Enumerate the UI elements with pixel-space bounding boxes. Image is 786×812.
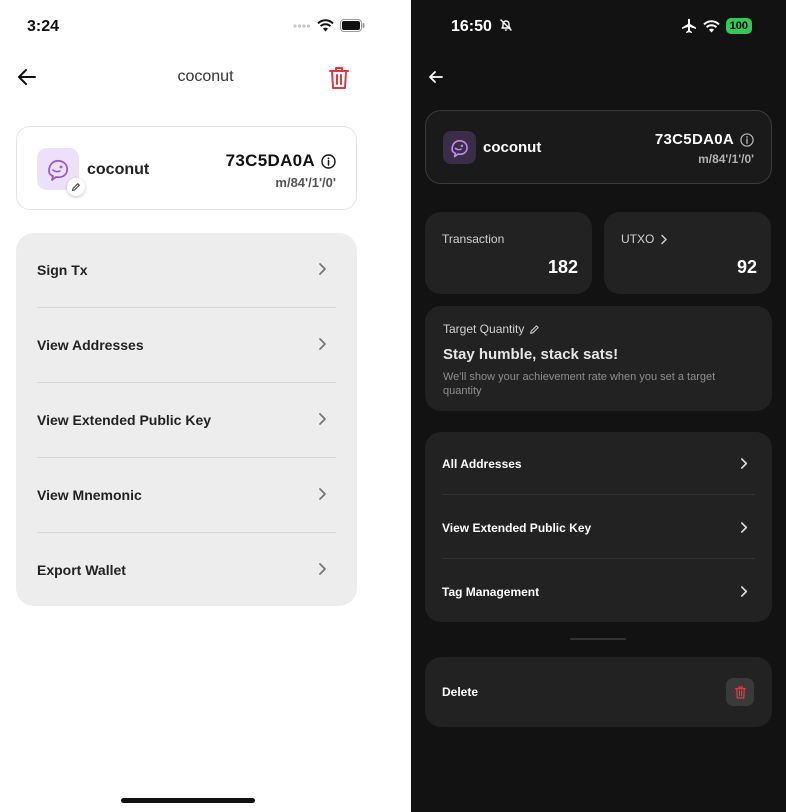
battery-icon	[340, 19, 365, 32]
wallet-name: coconut	[87, 161, 150, 178]
info-icon[interactable]	[740, 132, 754, 147]
chevron-right-icon	[319, 563, 326, 575]
chevron-right-icon	[740, 458, 748, 469]
menu-item-label: Export Wallet	[37, 562, 126, 578]
menu-item-label: View Mnemonic	[37, 487, 142, 503]
wifi-icon	[702, 19, 720, 32]
menu-item-tag-management[interactable]: Tag Management	[442, 560, 755, 623]
menu-item-label: Tag Management	[442, 585, 540, 599]
target-label-row: Target Quantity	[443, 322, 540, 336]
arrow-left-icon	[429, 71, 443, 83]
menu-item-view-addresses[interactable]: View Addresses	[37, 308, 336, 383]
delete-button[interactable]	[726, 678, 754, 706]
chevron-right-icon	[661, 234, 668, 244]
menu-item-label: All Addresses	[442, 457, 522, 471]
wallet-fingerprint: 73C5DA0A	[226, 151, 336, 171]
home-indicator[interactable]	[121, 798, 255, 803]
transaction-count: 182	[547, 257, 578, 277]
utxo-stat-card[interactable]: UTXO 92	[604, 212, 771, 294]
wallet-menu: All Addresses View Extended Public Key T…	[425, 432, 772, 622]
menu-item-label: View Extended Public Key	[442, 521, 592, 535]
trash-icon	[329, 67, 349, 89]
chevron-right-icon	[319, 263, 326, 275]
menu-item-sign-tx[interactable]: Sign Tx	[37, 233, 336, 308]
utxo-label-row: UTXO	[621, 232, 668, 246]
trash-icon	[734, 685, 746, 699]
menu-item-view-xpub[interactable]: View Extended Public Key	[37, 383, 336, 458]
delete-button[interactable]	[327, 65, 351, 96]
menu-item-all-addresses[interactable]: All Addresses	[442, 432, 755, 495]
menu-item-view-mnemonic[interactable]: View Mnemonic	[37, 458, 336, 533]
cellular-dots-icon	[293, 23, 311, 28]
menu-item-export-wallet[interactable]: Export Wallet	[37, 533, 336, 608]
target-slogan: Stay humble, stack sats!	[443, 346, 619, 363]
bird-icon	[451, 139, 468, 158]
status-time: 3:24	[27, 18, 60, 35]
wallet-fingerprint: 73C5DA0A	[655, 131, 754, 148]
status-time-text: 16:50	[451, 18, 492, 35]
wallet-avatar[interactable]	[37, 148, 85, 196]
divider	[442, 494, 755, 495]
status-icons	[293, 19, 365, 32]
section-divider	[570, 638, 626, 640]
back-button[interactable]	[427, 68, 445, 91]
transaction-label: Transaction	[442, 232, 505, 246]
menu-item-view-xpub[interactable]: View Extended Public Key	[442, 496, 755, 559]
chevron-right-icon	[740, 586, 748, 597]
wallet-avatar[interactable]	[443, 131, 476, 164]
status-bar: 16:50 100	[411, 0, 786, 54]
delete-wallet-row[interactable]: Delete	[425, 657, 772, 727]
chevron-right-icon	[319, 413, 326, 425]
pencil-icon[interactable]	[529, 324, 540, 335]
dark-screen: 16:50 100 coconut 73C5DA0A m/84'/1'/0' T…	[411, 0, 786, 812]
info-icon[interactable]	[321, 153, 336, 169]
pencil-icon	[71, 183, 80, 192]
wallet-card: coconut 73C5DA0A m/84'/1'/0'	[16, 126, 357, 210]
transaction-stat-card: Transaction 182	[425, 212, 592, 294]
fingerprint-text: 73C5DA0A	[654, 131, 734, 148]
divider	[442, 558, 755, 559]
delete-label: Delete	[442, 685, 479, 699]
wallet-card: coconut 73C5DA0A m/84'/1'/0'	[425, 110, 772, 184]
chevron-right-icon	[319, 338, 326, 350]
wallet-name: coconut	[483, 139, 542, 156]
wallet-menu: Sign Tx View Addresses View Extended Pub…	[16, 233, 357, 606]
bell-slash-icon	[500, 19, 513, 31]
menu-item-label: Sign Tx	[37, 262, 88, 278]
derivation-path: m/84'/1'/0'	[698, 152, 754, 166]
fingerprint-text: 73C5DA0A	[225, 151, 315, 170]
utxo-label: UTXO	[621, 232, 655, 246]
status-bar: 3:24	[0, 0, 411, 54]
edit-avatar-button[interactable]	[67, 178, 85, 196]
chevron-right-icon	[740, 522, 748, 533]
menu-item-label: View Addresses	[37, 337, 144, 353]
derivation-path: m/84'/1'/0'	[275, 175, 336, 190]
light-screen: 3:24 coconut coconut 73C5DA0A m/84'/1'/0…	[0, 0, 411, 812]
target-label: Target Quantity	[443, 322, 525, 336]
airplane-icon	[681, 18, 696, 33]
status-icons: 100	[681, 18, 752, 34]
chevron-right-icon	[319, 488, 326, 500]
target-quantity-card[interactable]: Target Quantity Stay humble, stack sats!…	[425, 306, 772, 411]
utxo-count: 92	[736, 257, 757, 277]
target-hint: We'll show your achievement rate when yo…	[443, 371, 716, 397]
bird-icon	[48, 159, 69, 181]
menu-item-label: View Extended Public Key	[37, 412, 212, 428]
navigation-bar: coconut	[0, 56, 411, 100]
wifi-icon	[317, 19, 334, 32]
battery-indicator: 100	[725, 18, 752, 34]
status-time: 16:50	[451, 18, 513, 36]
